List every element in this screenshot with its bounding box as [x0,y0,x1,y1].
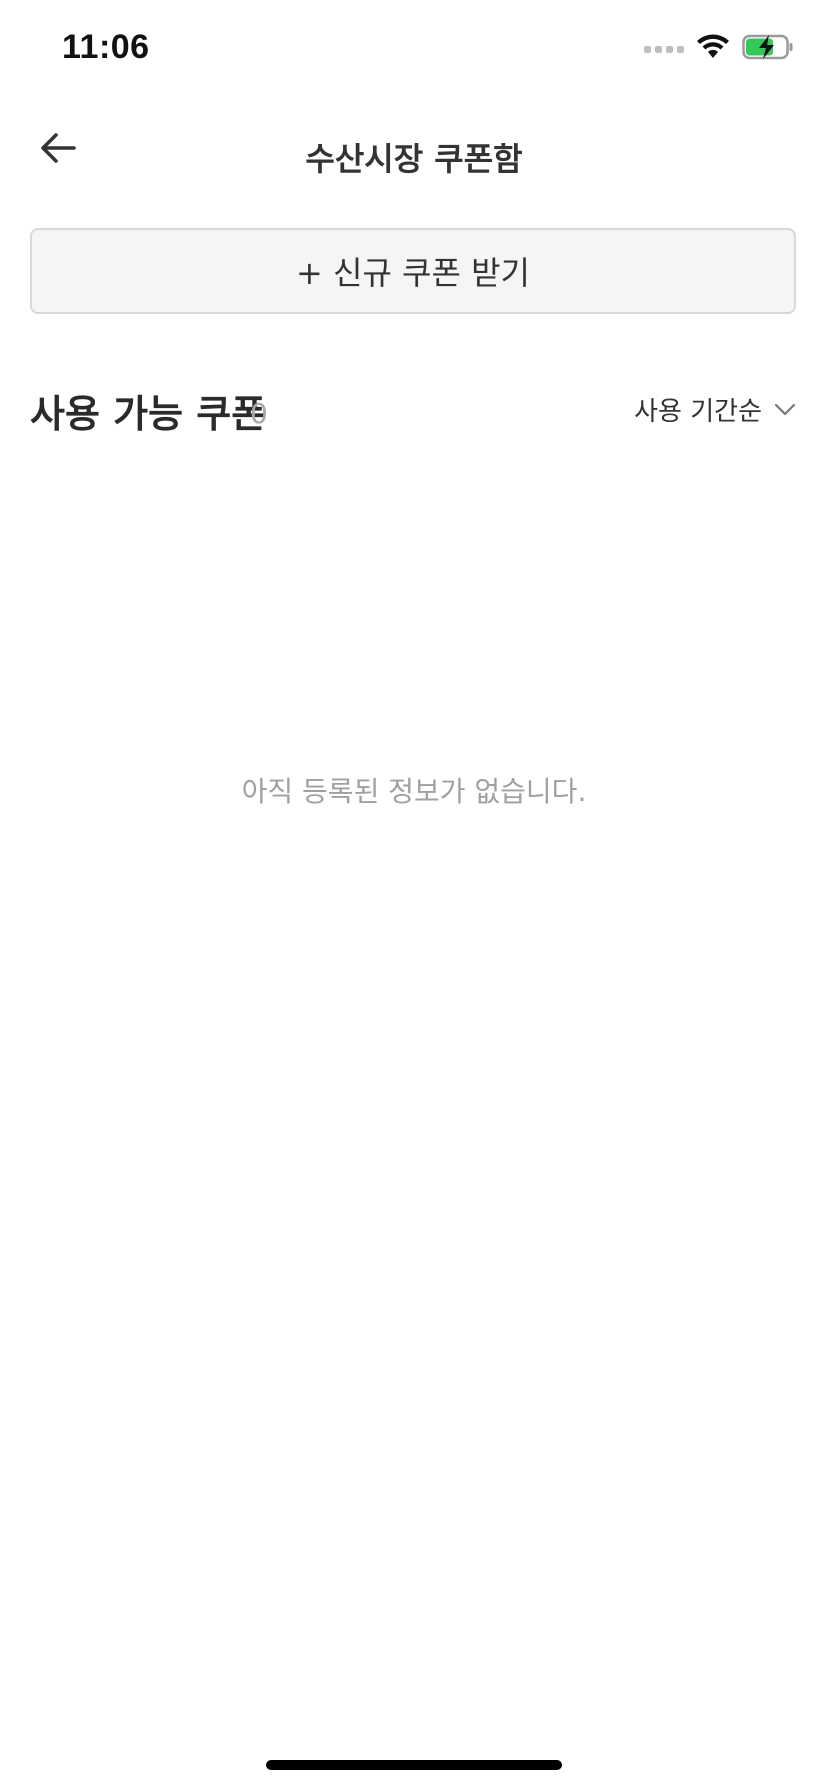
nav-header: 수산시장 쿠폰함 [0,100,828,210]
status-time: 11:06 [62,28,150,66]
status-icons [644,34,794,64]
available-coupons-title: 사용 가능 쿠폰 [30,392,267,436]
empty-state-message: 아직 등록된 정보가 없습니다. [241,775,587,808]
page-title: 수산시장 쿠폰함 [305,140,523,178]
home-indicator [266,1760,562,1770]
coupon-list-header: 사용 가능 쿠폰 0 사용 기간순 [30,375,796,436]
chevron-down-icon [774,403,796,417]
sort-dropdown[interactable]: 사용 기간순 [634,391,796,428]
sort-label: 사용 기간순 [634,397,762,427]
cellular-signal-icon [644,45,684,53]
status-bar: 11:06 [0,0,828,100]
get-new-coupon-button[interactable]: + 신규 쿠폰 받기 [30,228,796,314]
coupon-count: 0 [250,397,268,430]
battery-charging-icon [742,33,794,65]
wifi-icon [696,34,730,64]
